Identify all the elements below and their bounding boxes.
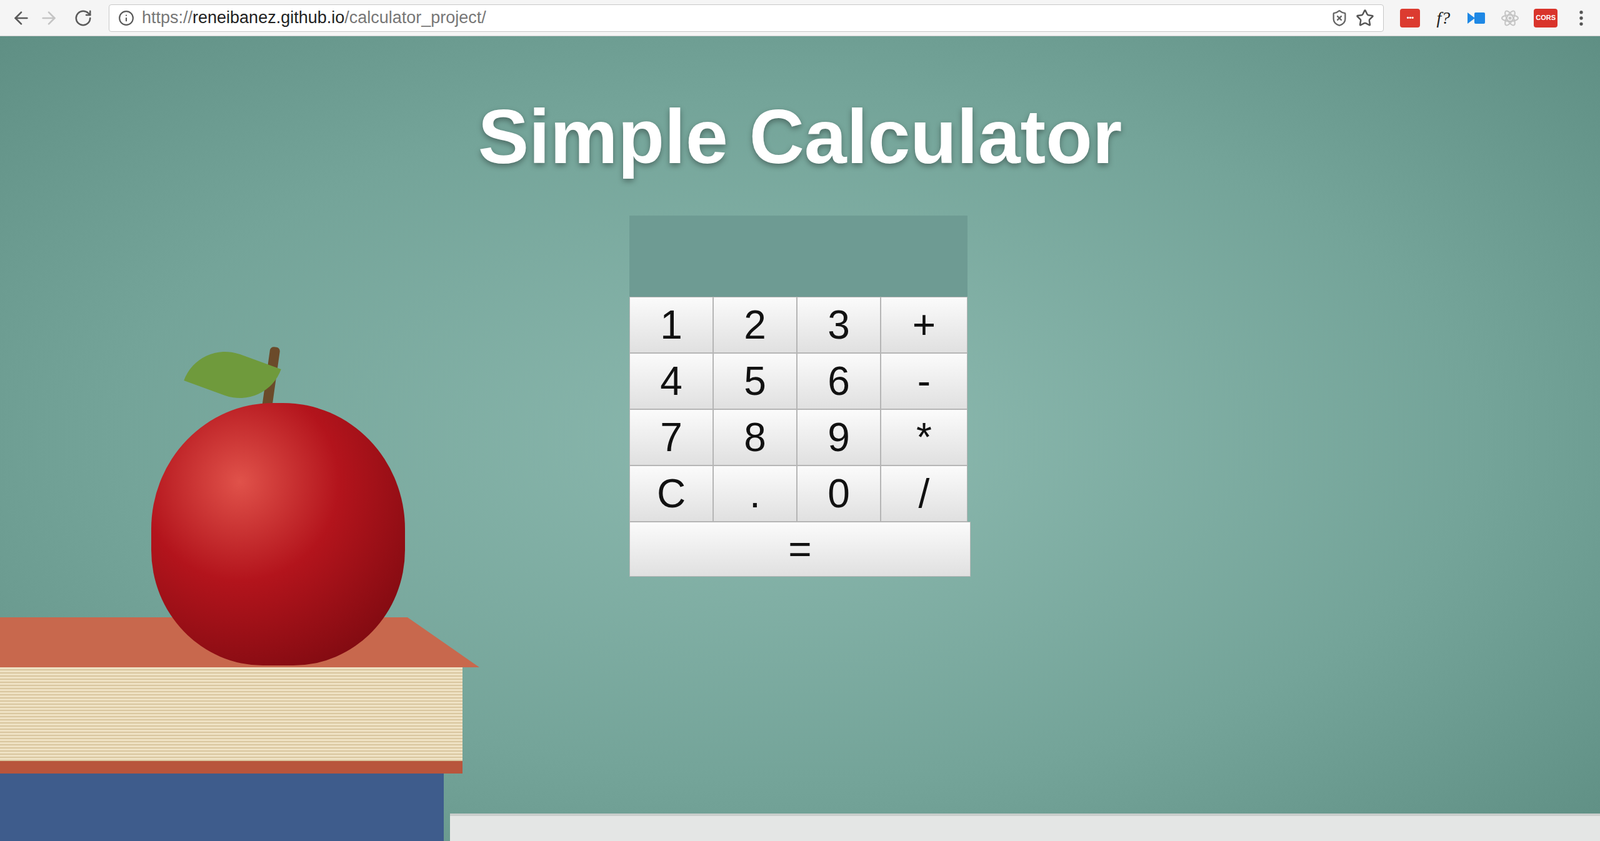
menu-icon[interactable] [1571,8,1592,29]
calculator-key[interactable]: . [713,465,797,522]
url-text[interactable]: https://reneibanez.github.io/calculator_… [141,9,1324,27]
calculator-key[interactable]: 3 [796,296,881,354]
calculator-key[interactable]: 8 [713,409,797,466]
page: Simple Calculator 123+456- 789* C.0/= [0,36,1600,841]
calculator-key[interactable]: - [880,353,968,410]
calculator-display [629,215,968,297]
extension-badge[interactable]: ••• [1400,8,1420,28]
browser-window: https://reneibanez.github.io/calculator_… [0,0,1600,841]
address-bar[interactable]: https://reneibanez.github.io/calculator_… [108,4,1384,32]
calculator-key[interactable]: 2 [713,296,797,354]
shield-blocked-icon[interactable] [1330,9,1349,27]
calculator-key[interactable]: 9 [796,409,881,466]
keypad: 123+456- 789* C.0/ [629,296,971,522]
back-icon[interactable] [11,8,32,29]
calculator-key[interactable]: + [880,296,968,354]
chalk-tray [450,813,1600,841]
extension-text[interactable]: f? [1433,8,1453,28]
apple [151,346,405,672]
calculator-key[interactable]: C [629,465,714,522]
calculator-key[interactable]: 0 [796,465,881,522]
info-icon[interactable] [118,10,135,27]
reload-icon[interactable] [73,8,93,28]
calculator-key[interactable]: 5 [713,353,797,410]
star-icon[interactable] [1355,8,1375,28]
arrow-icon[interactable] [1466,8,1487,28]
atom-icon[interactable] [1500,8,1520,28]
page-title: Simple Calculator [478,91,1123,183]
forward-icon[interactable] [38,8,59,29]
calculator: 123+456- 789* C.0/= [629,215,971,577]
extension-badge[interactable]: CORS [1533,8,1558,28]
extensions: ••• f? CORS [1400,8,1558,28]
calculator-key[interactable]: * [880,409,968,466]
calculator-key[interactable]: 4 [629,353,714,410]
calculator-key[interactable]: 7 [629,409,714,466]
calculator-key[interactable]: 6 [796,353,881,410]
browser-toolbar: https://reneibanez.github.io/calculator_… [0,0,1600,37]
calculator-key[interactable]: 1 [629,296,714,354]
equals-key[interactable]: = [629,521,971,577]
calculator-key[interactable]: / [880,465,968,522]
